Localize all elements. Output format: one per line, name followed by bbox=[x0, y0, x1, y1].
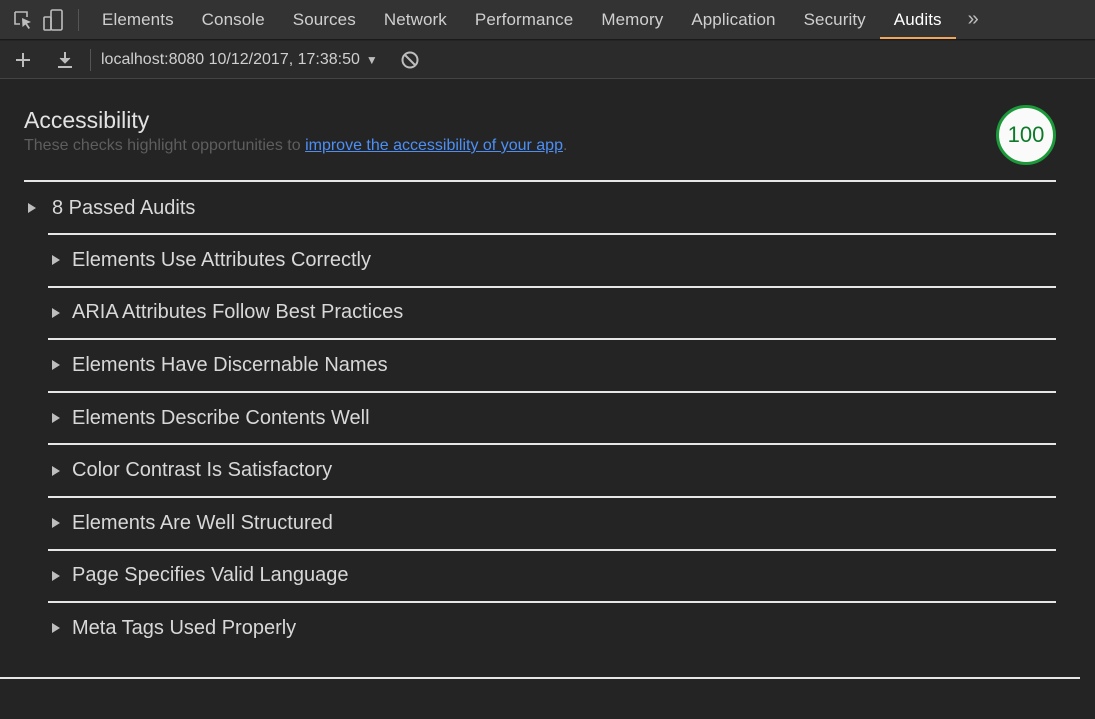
tab-performance[interactable]: Performance bbox=[461, 0, 587, 39]
expand-triangle-icon bbox=[52, 570, 60, 581]
audit-group-label: Elements Have Discernable Names bbox=[72, 353, 388, 376]
expand-triangle-icon bbox=[52, 518, 60, 529]
passed-audits-label: 8 Passed Audits bbox=[52, 196, 196, 219]
plus-icon[interactable] bbox=[2, 41, 44, 79]
audit-group-item[interactable]: ARIA Attributes Follow Best Practices bbox=[48, 285, 1056, 339]
audit-report: Accessibility These checks highlight opp… bbox=[0, 80, 1095, 719]
audit-group-item[interactable]: Elements Use Attributes Correctly bbox=[48, 233, 1056, 286]
audit-group-label: Meta Tags Used Properly bbox=[72, 616, 297, 639]
audit-group-label: Elements Describe Contents Well bbox=[72, 406, 370, 429]
tab-network[interactable]: Network bbox=[370, 0, 461, 39]
expand-triangle-icon bbox=[52, 413, 60, 424]
category-description: These checks highlight opportunities to … bbox=[24, 137, 567, 155]
toolbar-divider bbox=[90, 48, 91, 71]
expand-triangle-icon bbox=[52, 255, 60, 266]
tab-elements[interactable]: Elements bbox=[88, 0, 188, 39]
audit-group-item[interactable]: Elements Describe Contents Well bbox=[48, 390, 1056, 444]
expand-triangle-icon bbox=[52, 360, 60, 371]
audit-group-item[interactable]: Meta Tags Used Properly bbox=[48, 601, 1056, 654]
tab-divider bbox=[78, 8, 79, 31]
audit-group-label: Elements Use Attributes Correctly bbox=[72, 248, 371, 271]
tab-security[interactable]: Security bbox=[790, 0, 880, 39]
audit-group-item[interactable]: Elements Are Well Structured bbox=[48, 495, 1056, 549]
divider bbox=[0, 677, 1080, 679]
description-suffix: . bbox=[562, 137, 568, 154]
report-selector[interactable]: localhost:8080 10/12/2017, 17:38:50 ▼ bbox=[101, 51, 378, 69]
audit-group-item[interactable]: Page Specifies Valid Language bbox=[48, 548, 1056, 602]
audit-group-list: Elements Use Attributes Correctly ARIA At… bbox=[48, 233, 1056, 654]
expand-triangle-icon bbox=[52, 307, 60, 318]
caret-down-icon: ▼ bbox=[365, 52, 378, 67]
expand-triangle-icon bbox=[52, 465, 60, 476]
tab-sources[interactable]: Sources bbox=[279, 0, 370, 39]
audit-group-label: ARIA Attributes Follow Best Practices bbox=[72, 301, 404, 324]
tab-list: Elements Console Sources Network Performance… bbox=[88, 0, 956, 39]
expand-triangle-icon bbox=[28, 203, 36, 213]
more-tabs-icon[interactable]: » bbox=[956, 0, 991, 39]
tab-console[interactable]: Console bbox=[188, 0, 279, 39]
report-selector-label: localhost:8080 10/12/2017, 17:38:50 bbox=[101, 50, 360, 68]
block-icon[interactable] bbox=[400, 50, 420, 70]
expand-triangle-icon bbox=[52, 623, 60, 634]
passed-audits-toggle[interactable]: 8 Passed Audits bbox=[24, 182, 195, 234]
download-icon[interactable] bbox=[44, 41, 86, 79]
audit-group-item[interactable]: Elements Have Discernable Names bbox=[48, 338, 1056, 391]
tab-memory[interactable]: Memory bbox=[587, 0, 677, 39]
audits-toolbar: localhost:8080 10/12/2017, 17:38:50 ▼ bbox=[0, 41, 1095, 79]
audit-group-label: Page Specifies Valid Language bbox=[72, 564, 349, 587]
inspect-element-icon[interactable] bbox=[8, 0, 38, 40]
accessibility-link[interactable]: improve the accessibility of your app bbox=[305, 137, 563, 154]
audit-group-label: Elements Are Well Structured bbox=[72, 511, 333, 534]
device-toolbar-icon[interactable] bbox=[38, 0, 68, 40]
devtools-tab-bar: Elements Console Sources Network Performance… bbox=[0, 0, 1095, 40]
category-title: Accessibility bbox=[24, 107, 150, 133]
audit-group-label: Color Contrast Is Satisfactory bbox=[72, 459, 333, 482]
description-text: These checks highlight opportunities to bbox=[24, 137, 306, 154]
audit-group-item[interactable]: Color Contrast Is Satisfactory bbox=[48, 443, 1056, 496]
tab-audits[interactable]: Audits bbox=[879, 0, 956, 39]
tab-application[interactable]: Application bbox=[677, 0, 789, 39]
score-gauge: 100 bbox=[996, 105, 1056, 165]
